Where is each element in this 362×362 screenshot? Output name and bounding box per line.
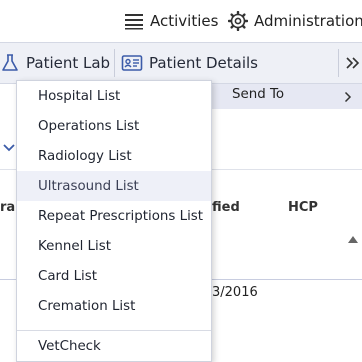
top-header: Activities Administration [0,0,362,42]
send-to-menu-item[interactable]: Send To [212,84,362,109]
list-icon [125,14,143,30]
activities-button[interactable]: Activities [124,9,218,33]
tab-bar: Patient Lab Patient Details [0,42,362,84]
table-cell-date: 3/2016 [212,285,258,300]
double-chevron-right-icon [346,57,360,69]
menu-item-hospital-list[interactable]: Hospital List [17,81,211,111]
chevron-down-icon[interactable] [2,143,16,153]
tab-separator [114,49,115,77]
menu-item-ultrasound-list[interactable]: Ultrasound List [17,171,211,201]
send-to-label: Send To [232,87,285,102]
column-header-hcp[interactable]: HCP [288,200,318,215]
tab-label: Patient Details [149,54,258,72]
gear-icon [228,11,248,31]
tab-overflow-button[interactable] [344,43,362,83]
tab-patient-lab[interactable]: Patient Lab [0,43,110,83]
menu-item-card-list[interactable]: Card List [17,261,211,291]
menu-item-repeat-prescriptions-list[interactable]: Repeat Prescriptions List [17,201,211,231]
menu-item-cremation-list[interactable]: Cremation List [17,291,211,321]
menu-item-operations-list[interactable]: Operations List [17,111,211,141]
activities-label: Activities [150,12,219,30]
column-header-modified: fied [212,200,240,215]
column-header-partial: ra [0,200,16,215]
menu-item-kennel-list[interactable]: Kennel List [17,231,211,261]
id-card-icon [121,55,143,71]
sort-up-icon[interactable] [347,234,359,244]
menu-item-vetcheck[interactable]: VetCheck [17,331,211,361]
menu-item-radiology-list[interactable]: Radiology List [17,141,211,171]
chevron-right-icon [344,91,352,103]
flask-icon [2,54,18,71]
list-dropdown-menu: Hospital List Operations List Radiology … [16,80,212,362]
administration-label: Administration [254,12,362,30]
administration-button[interactable]: Administration [228,9,362,33]
tab-separator [338,49,339,77]
tab-label: Patient Lab [26,54,111,72]
tab-patient-details[interactable]: Patient Details [121,43,258,83]
